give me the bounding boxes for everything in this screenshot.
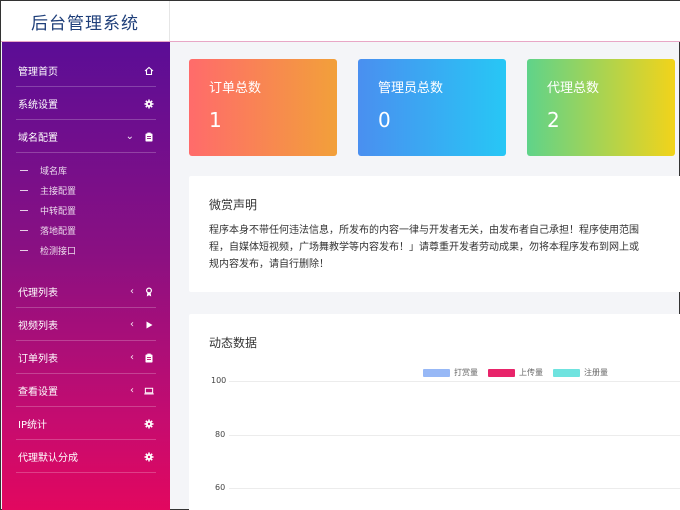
stat-label: 代理总数 [547,81,600,96]
clipboard-icon [144,132,154,142]
laptop-icon [144,386,154,396]
sidebar-item-label: 代理默认分成 [18,453,78,464]
legend-swatch [488,368,515,377]
legend-label: 打赏量 [454,368,478,377]
subitem-label: 检测接口 [40,246,77,257]
stat-value: 0 [378,108,391,132]
legend-swatch [553,368,580,377]
legend-item-tips[interactable]: 打赏量 [423,367,478,378]
chevron-left-icon: ‹ [130,385,134,396]
chart-title: 动态数据 [209,336,258,350]
chart-legend: 打赏量 上传量 注册量 [423,367,612,378]
y-tick-label: 60 [215,483,226,492]
legend-label: 上传量 [519,368,543,377]
sidebar-item-home[interactable]: 管理首页 [2,54,170,87]
gear-icon [144,99,154,109]
notice-text: 程序本身不带任何违法信息，所发布的内容一律与开发者无关，由发布者自己承担！程序使… [209,222,680,273]
sidebar-item-label: 代理列表 [18,288,58,299]
sidebar-item-domain-config[interactable]: 域名配置 ⌄ [2,120,170,153]
sidebar-item-system-settings[interactable]: 系统设置 [2,87,170,120]
home-icon [144,66,154,76]
dash-icon [20,209,28,211]
legend-item-registrations[interactable]: 注册量 [553,367,608,378]
sidebar-item-order-list[interactable]: 订单列表 ‹ [2,341,170,374]
subitem-check-api[interactable]: 检测接口 [2,240,170,260]
notice-line: 程，自媒体短视频，广场舞教学等内容发布！」请尊重开发者劳动成果，勿将本程序发布到… [209,242,639,253]
subitem-label: 落地配置 [40,226,77,237]
gear-icon [144,419,154,429]
sidebar-item-label: 域名配置 [18,133,58,144]
notice-line: 程序本身不带任何违法信息，所发布的内容一律与开发者无关，由发布者自己承担！程序使… [209,225,639,236]
sidebar-item-label: 视频列表 [18,321,58,332]
y-tick-label: 80 [215,430,226,439]
play-icon [144,320,154,330]
gridline [229,435,680,436]
sidebar-item-ip-stats[interactable]: IP统计 [2,407,170,440]
app-title: 后台管理系统 [1,1,170,41]
sidebar: 管理首页 系统设置 域名配置 ⌄ 域名库 主接配置 中转配置 落地配置 检测接口… [2,42,170,510]
subitem-label: 主接配置 [40,186,77,197]
stat-value: 2 [547,108,560,132]
sidebar-item-video-list[interactable]: 视频列表 ‹ [2,308,170,341]
dash-icon [20,229,28,231]
legend-label: 注册量 [584,368,608,377]
stat-card-orders[interactable]: 订单总数 1 [189,59,337,156]
gridline [229,488,680,489]
gridline [229,381,680,382]
gear-icon [144,452,154,462]
stat-value: 1 [209,108,222,132]
sidebar-item-label: 系统设置 [18,100,58,111]
subitem-label: 中转配置 [40,206,77,217]
dash-icon [20,249,28,251]
chevron-down-icon: ⌄ [125,131,134,142]
sidebar-item-label: 查看设置 [18,387,58,398]
sidebar-item-label: IP统计 [18,420,47,431]
stat-label: 管理员总数 [378,81,444,96]
chevron-left-icon: ‹ [130,286,134,297]
notice-title: 微赏声明 [209,198,258,212]
subitem-landing-config[interactable]: 落地配置 [2,220,170,240]
subitem-domain-library[interactable]: 域名库 [2,160,170,180]
stat-label: 订单总数 [209,81,262,96]
main-content: 订单总数 1 管理员总数 0 代理总数 2 微赏声明 程序本身不带任何违法信息，… [171,43,680,510]
dash-icon [20,169,28,171]
y-tick-label: 100 [211,376,227,385]
chevron-left-icon: ‹ [130,352,134,363]
legend-item-uploads[interactable]: 上传量 [488,367,543,378]
legend-swatch [423,368,450,377]
notice-panel: 微赏声明 程序本身不带任何违法信息，所发布的内容一律与开发者无关，由发布者自己承… [189,176,680,292]
sidebar-item-label: 管理首页 [18,67,58,78]
clipboard-icon [144,353,154,363]
notice-line: 规内容发布，请自行删除！ [209,259,329,270]
top-bar: 后台管理系统 [1,1,680,42]
sidebar-item-agent-list[interactable]: 代理列表 ‹ [2,275,170,308]
chart-panel: 动态数据 打赏量 上传量 注册量 100 80 60 [189,314,680,510]
stat-card-admins[interactable]: 管理员总数 0 [358,59,506,156]
sidebar-item-view-settings[interactable]: 查看设置 ‹ [2,374,170,407]
sidebar-item-agent-default-share[interactable]: 代理默认分成 [2,440,170,473]
award-icon [144,286,154,297]
sidebar-item-label: 订单列表 [18,354,58,365]
subitem-main-config[interactable]: 主接配置 [2,180,170,200]
subitem-label: 域名库 [40,166,68,177]
dash-icon [20,189,28,191]
subitem-relay-config[interactable]: 中转配置 [2,200,170,220]
stat-card-agents[interactable]: 代理总数 2 [527,59,675,156]
chevron-left-icon: ‹ [130,319,134,330]
